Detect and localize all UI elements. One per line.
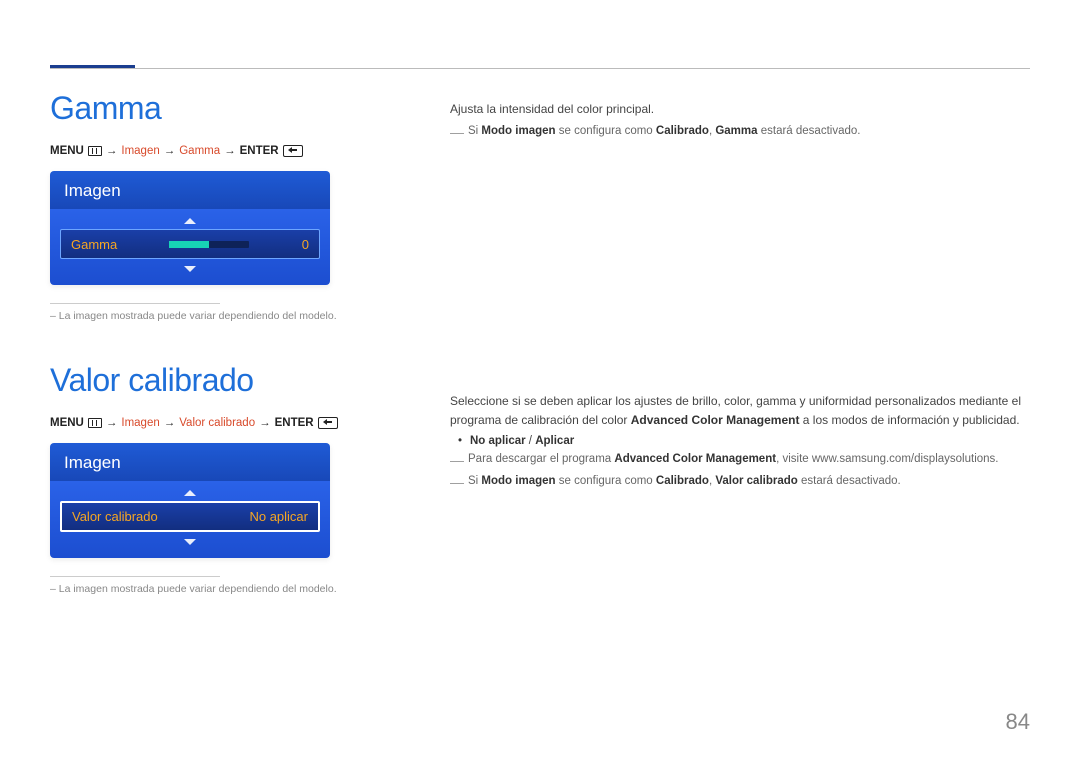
breadcrumb-step: Imagen <box>121 417 159 429</box>
note-line: ― Si Modo imagen se configura como Calib… <box>450 125 1030 140</box>
desc-frag: a los modos de información y publicidad. <box>799 413 1019 427</box>
arrow-icon: → <box>164 145 176 157</box>
note-red: Calibrado <box>656 475 709 487</box>
breadcrumb-step: Valor calibrado <box>179 417 255 429</box>
note-frag: se configura como <box>556 475 656 487</box>
option-sep: / <box>526 435 536 447</box>
chevron-down-icon <box>184 539 196 545</box>
note-red: Valor calibrado <box>715 475 797 487</box>
note-text: Si Modo imagen se configura como Calibra… <box>468 125 860 137</box>
osd-panel-valor: Imagen Valor calibrado No aplicar <box>50 443 330 558</box>
note-text: Si Modo imagen se configura como Calibra… <box>468 475 901 487</box>
desc-block-valor: Seleccione si se deben aplicar los ajust… <box>450 392 1030 490</box>
scroll-down[interactable] <box>60 532 320 550</box>
slider-fill <box>169 241 209 248</box>
options-line: No aplicar / Aplicar <box>450 435 1030 447</box>
menu-icon <box>88 418 102 428</box>
arrow-icon: → <box>106 145 118 157</box>
breadcrumb-valor: MENU → Imagen → Valor calibrado → ENTER <box>50 417 430 429</box>
osd-row-label: Gamma <box>71 237 117 252</box>
section-title-gamma: Gamma <box>50 90 430 127</box>
option-b: Aplicar <box>535 435 574 447</box>
divider <box>50 576 220 577</box>
osd-row-label: Valor calibrado <box>72 509 158 524</box>
osd-panel-header: Imagen <box>50 171 330 209</box>
chevron-up-icon <box>184 218 196 224</box>
arrow-icon: → <box>106 417 118 429</box>
note-frag: Para descargar el programa <box>468 453 614 465</box>
arrow-icon: → <box>224 145 236 157</box>
note-bold: Advanced Color Management <box>614 453 776 465</box>
desc-text: Ajusta la intensidad del color principal… <box>450 100 1030 119</box>
note-frag: Si <box>468 475 481 487</box>
section-gamma: Gamma MENU → Imagen → Gamma → ENTER Imag… <box>50 90 430 322</box>
note-red: Modo imagen <box>481 125 555 137</box>
caption-text: – La imagen mostrada puede variar depend… <box>50 310 430 322</box>
note-line: ― Para descargar el programa Advanced Co… <box>450 453 1030 468</box>
scroll-up[interactable] <box>60 211 320 229</box>
arrow-icon: → <box>164 417 176 429</box>
divider <box>50 303 220 304</box>
content-area: Gamma MENU → Imagen → Gamma → ENTER Imag… <box>50 90 1030 723</box>
menu-icon <box>88 146 102 156</box>
caption-text: – La imagen mostrada puede variar depend… <box>50 583 430 595</box>
scroll-down[interactable] <box>60 259 320 277</box>
note-frag: estará desactivado. <box>798 475 901 487</box>
page-number: 84 <box>1006 709 1030 735</box>
breadcrumb-step: Imagen <box>121 145 159 157</box>
scroll-up[interactable] <box>60 483 320 501</box>
note-text: Para descargar el programa Advanced Colo… <box>468 453 998 465</box>
note-line: ― Si Modo imagen se configura como Calib… <box>450 475 1030 490</box>
osd-row-gamma[interactable]: Gamma 0 <box>60 229 320 259</box>
note-red: Gamma <box>715 125 757 137</box>
breadcrumb-enter: ENTER <box>240 145 279 157</box>
note-dash-icon: ― <box>450 125 464 140</box>
page: Gamma MENU → Imagen → Gamma → ENTER Imag… <box>0 0 1080 763</box>
breadcrumb-enter: ENTER <box>275 417 314 429</box>
note-frag: , visite www.samsung.com/displaysolution… <box>776 453 998 465</box>
desc-bold: Advanced Color Management <box>631 413 800 427</box>
left-column: Gamma MENU → Imagen → Gamma → ENTER Imag… <box>50 90 430 635</box>
osd-row-value: 0 <box>295 237 309 252</box>
chevron-up-icon <box>184 490 196 496</box>
horizontal-rule <box>50 68 1030 69</box>
top-rule <box>50 68 1030 70</box>
note-frag: Si <box>468 125 481 137</box>
note-frag: se configura como <box>556 125 656 137</box>
osd-panel-body: Gamma 0 <box>50 209 330 285</box>
section-title-valor: Valor calibrado <box>50 362 430 399</box>
right-column: Ajusta la intensidad del color principal… <box>450 100 1030 496</box>
osd-panel-body: Valor calibrado No aplicar <box>50 481 330 558</box>
breadcrumb-step: Gamma <box>179 145 220 157</box>
arrow-icon: → <box>259 417 271 429</box>
slider-track[interactable] <box>169 241 249 248</box>
chevron-down-icon <box>184 266 196 272</box>
breadcrumb-menu: MENU <box>50 145 84 157</box>
desc-block-gamma: Ajusta la intensidad del color principal… <box>450 100 1030 140</box>
enter-icon <box>318 417 338 429</box>
note-red: Modo imagen <box>481 475 555 487</box>
option-a: No aplicar <box>470 435 526 447</box>
breadcrumb-gamma: MENU → Imagen → Gamma → ENTER <box>50 145 430 157</box>
desc-text: Seleccione si se deben aplicar los ajust… <box>450 392 1030 429</box>
note-dash-icon: ― <box>450 475 464 490</box>
osd-row-value: No aplicar <box>249 509 308 524</box>
section-valor: Valor calibrado MENU → Imagen → Valor ca… <box>50 362 430 595</box>
breadcrumb-menu: MENU <box>50 417 84 429</box>
note-red: Calibrado <box>656 125 709 137</box>
enter-icon <box>283 145 303 157</box>
note-dash-icon: ― <box>450 453 464 468</box>
osd-row-valor[interactable]: Valor calibrado No aplicar <box>60 501 320 532</box>
note-frag: estará desactivado. <box>758 125 861 137</box>
osd-panel-header: Imagen <box>50 443 330 481</box>
osd-panel-gamma: Imagen Gamma 0 <box>50 171 330 285</box>
